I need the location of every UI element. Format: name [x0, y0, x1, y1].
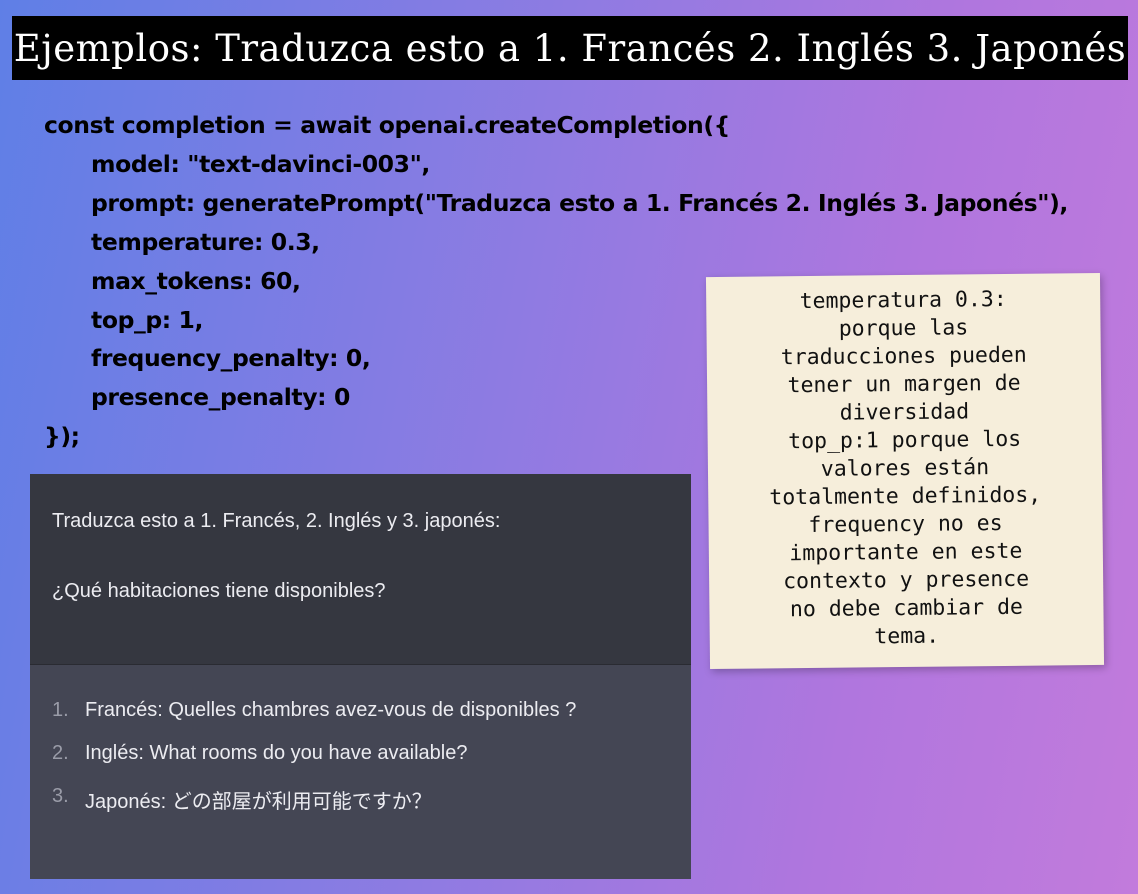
- list-item-text: Francés: Quelles chambres avez-vous de d…: [85, 699, 577, 721]
- list-item: 2. Inglés: What rooms do you have availa…: [52, 742, 669, 785]
- list-item: 1. Francés: Quelles chambres avez-vous d…: [52, 699, 669, 742]
- list-item-number: 2.: [52, 742, 69, 764]
- code-line: const completion = await openai.createCo…: [44, 111, 730, 139]
- chat-prompt-instruction: Traduzca esto a 1. Francés, 2. Inglés y …: [52, 510, 501, 532]
- chat-prompt-message: Traduzca esto a 1. Francés, 2. Inglés y …: [30, 474, 691, 665]
- explanation-note: temperatura 0.3: porque las traducciones…: [705, 272, 1105, 670]
- code-line: model: "text-davinci-003",: [91, 149, 430, 178]
- chat-answer-message: 1. Francés: Quelles chambres avez-vous d…: [30, 665, 691, 879]
- code-line: prompt: generatePrompt("Traduzca esto a …: [91, 188, 1068, 217]
- answer-list: 1. Francés: Quelles chambres avez-vous d…: [52, 699, 669, 828]
- list-item-text: Inglés: What rooms do you have available…: [85, 742, 468, 764]
- chat-screenshot: Traduzca esto a 1. Francés, 2. Inglés y …: [30, 474, 691, 879]
- code-line: temperature: 0.3,: [91, 227, 320, 256]
- list-item-text: Japonés: どの部屋が利用可能ですか？: [85, 791, 432, 813]
- page-title-bar: Ejemplos: Traduzca esto a 1. Francés 2. …: [12, 16, 1128, 80]
- list-item: 3. Japonés: どの部屋が利用可能ですか？: [52, 785, 669, 828]
- chat-prompt-question: ¿Qué habitaciones tiene disponibles?: [52, 580, 386, 602]
- page-title: Ejemplos: Traduzca esto a 1. Francés 2. …: [13, 26, 1127, 70]
- explanation-note-text: temperatura 0.3: porque las traducciones…: [769, 286, 1042, 650]
- list-item-number: 1.: [52, 699, 69, 721]
- list-item-number: 3.: [52, 785, 69, 807]
